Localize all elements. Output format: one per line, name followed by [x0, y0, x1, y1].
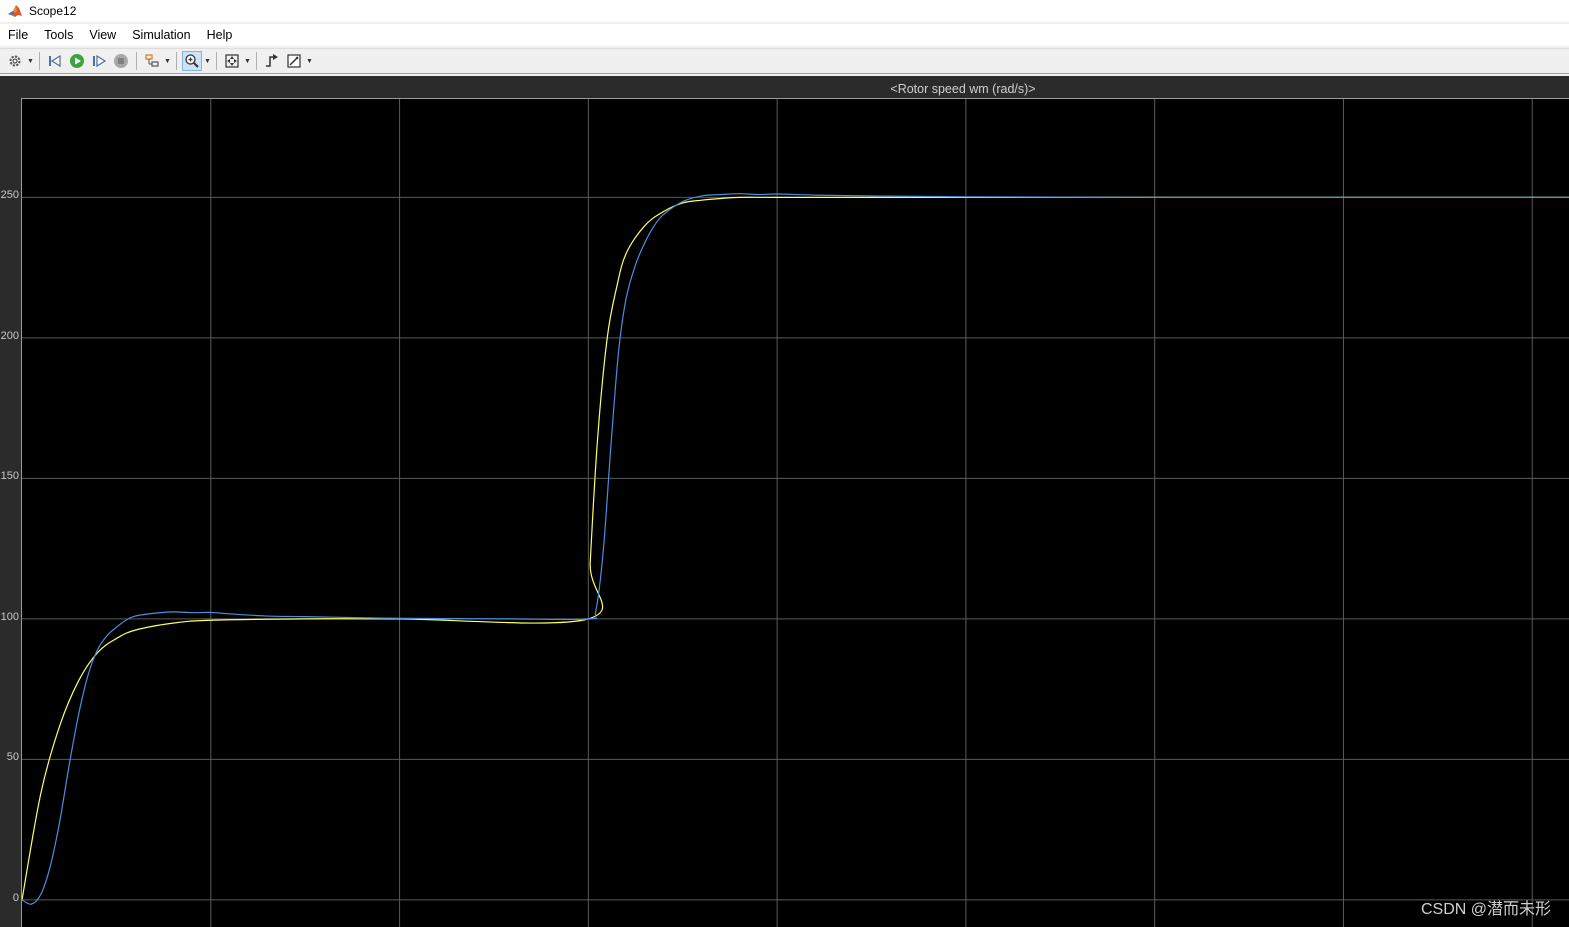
run-icon [70, 54, 84, 68]
highlight-signals-dropdown[interactable]: ▼ [163, 51, 172, 71]
run-button[interactable] [67, 51, 87, 71]
settings-icon [9, 55, 21, 67]
autoscale-dropdown[interactable]: ▼ [243, 51, 252, 71]
toolbar-separator [176, 52, 177, 70]
window-title: Scope12 [29, 4, 77, 18]
zoom-in-icon [185, 54, 199, 68]
menu-tools[interactable]: Tools [36, 24, 81, 46]
measure-button[interactable] [284, 51, 304, 71]
zoom-in-button[interactable] [182, 51, 202, 71]
plot-area[interactable] [21, 98, 1569, 927]
autoscale-button[interactable] [222, 51, 242, 71]
series-line-1 [22, 196, 1569, 901]
plot-title: <Rotor speed wm (rad/s)> [890, 82, 1036, 96]
step-forward-button[interactable] [89, 51, 109, 71]
matlab-logo-icon [7, 3, 23, 19]
settings-button[interactable] [5, 51, 25, 71]
highlight-signals-button[interactable] [142, 51, 162, 71]
series-line-2 [22, 193, 1569, 905]
watermark: CSDN @潜而未形 [1420, 901, 1551, 918]
autoscale-icon [225, 54, 239, 68]
step-back-button[interactable] [45, 51, 65, 71]
trigger-icon [266, 54, 278, 67]
menu-bar: File Tools View Simulation Help [0, 24, 1569, 46]
toolbar: ▼ ▼ ▼ ▼ ▼ [0, 48, 1569, 74]
stop-icon [114, 54, 128, 68]
y-tick-label: 250 [0, 189, 19, 202]
y-tick-label: 200 [0, 329, 19, 342]
y-tick-label: 50 [6, 751, 19, 764]
measure-dropdown[interactable]: ▼ [305, 51, 314, 71]
title-bar: Scope12 [0, 0, 1569, 22]
menu-view[interactable]: View [81, 24, 124, 46]
toolbar-separator [136, 52, 137, 70]
plot-svg [22, 99, 1569, 927]
y-tick-label: 0 [12, 891, 19, 904]
menu-help[interactable]: Help [199, 24, 241, 46]
step-back-icon [49, 54, 61, 68]
zoom-dropdown[interactable]: ▼ [203, 51, 212, 71]
toolbar-separator [39, 52, 40, 70]
stop-button[interactable] [111, 51, 131, 71]
toolbar-separator [216, 52, 217, 70]
highlight-signals-icon [145, 54, 159, 67]
y-tick-label: 100 [0, 610, 19, 623]
y-tick-label: 150 [0, 470, 19, 483]
menu-simulation[interactable]: Simulation [124, 24, 198, 46]
scope-display: <Rotor speed wm (rad/s)> 0 50 100 150 200 250… [0, 76, 1569, 927]
menu-file[interactable]: File [0, 24, 36, 46]
measure-icon [287, 54, 301, 68]
trigger-button[interactable] [262, 51, 282, 71]
toolbar-separator [256, 52, 257, 70]
step-forward-icon [93, 54, 107, 68]
settings-dropdown[interactable]: ▼ [26, 51, 35, 71]
